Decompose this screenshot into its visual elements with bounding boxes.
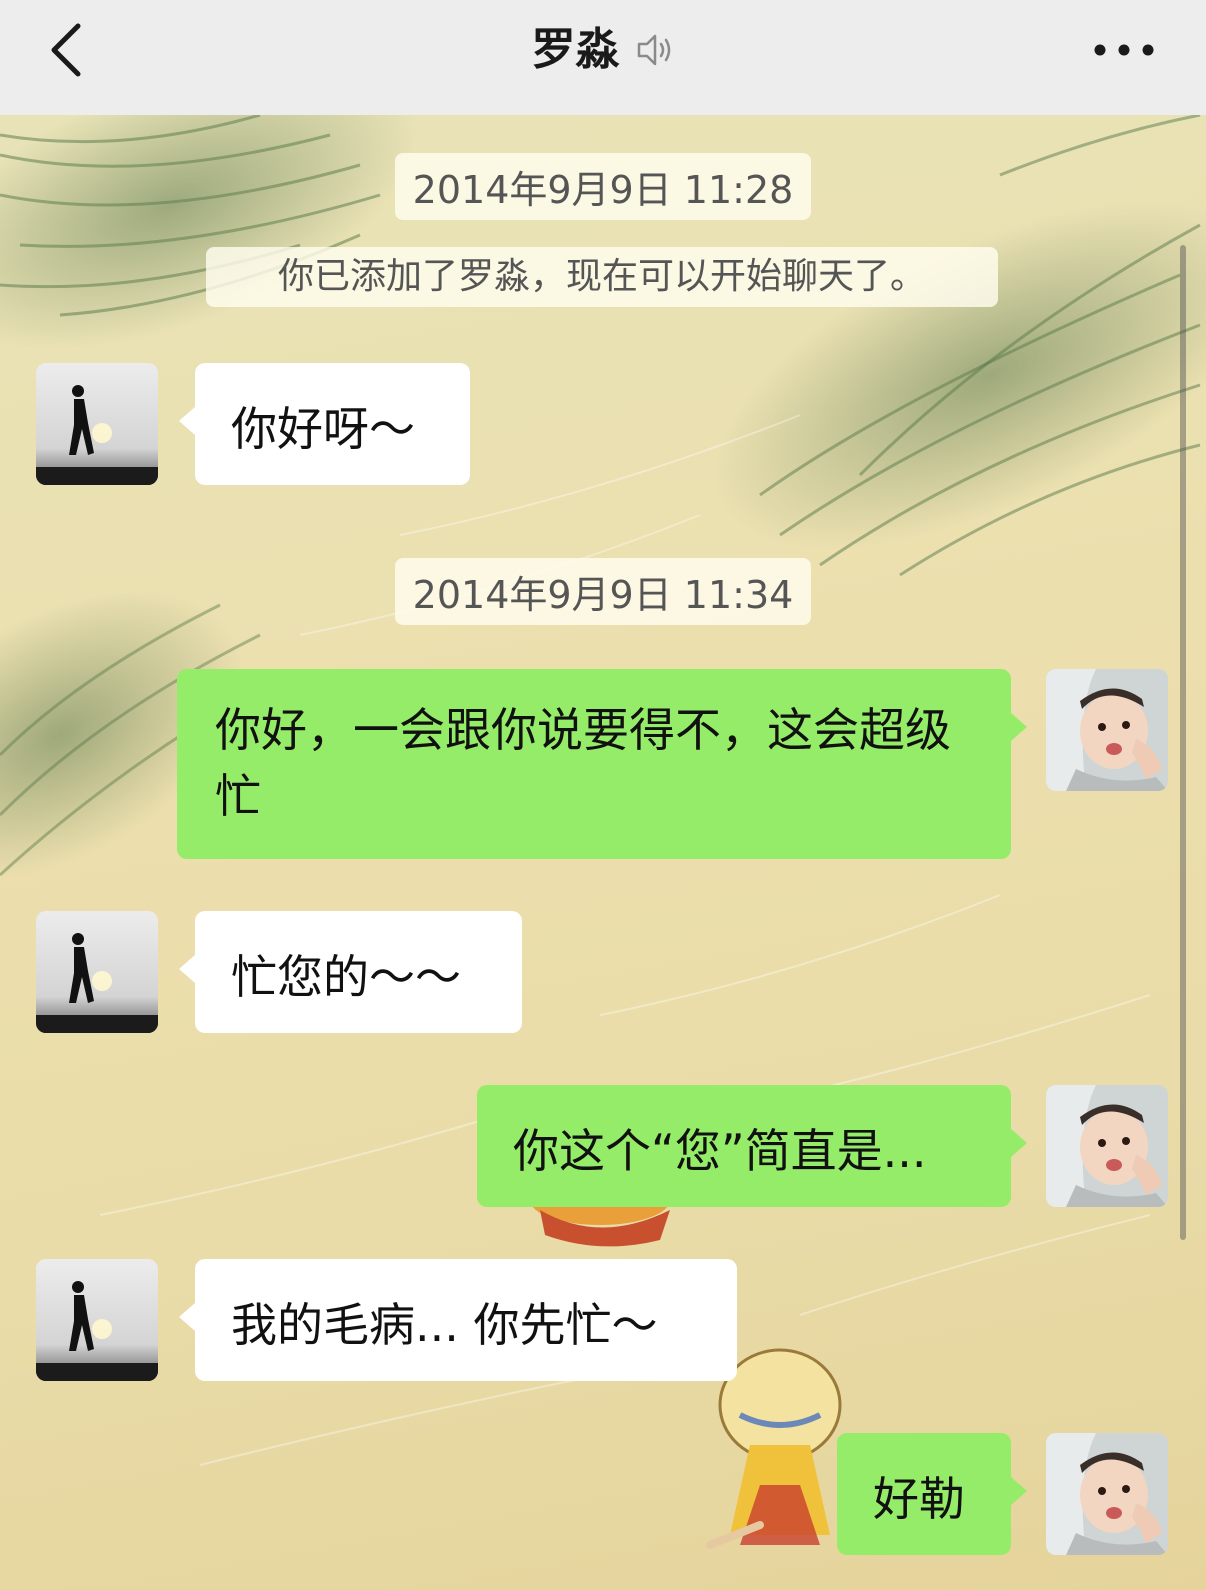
- message-text: 好勒: [873, 1472, 965, 1526]
- timestamp: 2014年9月9日 11:34: [0, 558, 1206, 625]
- scrollbar[interactable]: [1180, 245, 1186, 1240]
- chat-title[interactable]: 罗淼: [531, 22, 619, 78]
- muted-speaker-icon: [637, 34, 670, 66]
- message-bubble-received[interactable]: 忙您的～～: [179, 911, 522, 1033]
- system-note: 你已添加了罗淼，现在可以开始聊天了。: [206, 247, 998, 307]
- message-text: 你这个“您”简直是...: [513, 1124, 927, 1178]
- my-avatar[interactable]: [1046, 1085, 1168, 1207]
- timestamp: 2014年9月9日 11:28: [0, 153, 1206, 220]
- message-bubble-sent[interactable]: 你好，一会跟你说要得不，这会超级忙: [177, 669, 1027, 859]
- message-bubble-received[interactable]: 我的毛病... 你先忙～: [179, 1259, 737, 1381]
- walking-silhouette-icon: [36, 933, 158, 1033]
- more-button[interactable]: [1092, 36, 1156, 64]
- message-text: 忙您的～～: [231, 950, 461, 1004]
- message-text: 你好，一会跟你说要得不，这会超级忙: [215, 703, 951, 823]
- title-bar: 罗淼: [0, 22, 1206, 82]
- chat-header: 罗淼: [0, 0, 1206, 115]
- message-text: 我的毛病... 你先忙～: [231, 1298, 658, 1352]
- baby-photo-icon: [1046, 669, 1168, 791]
- timestamp-label: 2014年9月9日 11:28: [394, 153, 812, 220]
- baby-photo-icon: [1046, 1085, 1168, 1207]
- walking-silhouette-icon: [36, 385, 158, 485]
- contact-avatar[interactable]: [36, 1259, 158, 1381]
- baby-photo-icon: [1046, 1433, 1168, 1555]
- walking-silhouette-icon: [36, 1281, 158, 1381]
- contact-avatar[interactable]: [36, 363, 158, 485]
- more-dots-icon: [1094, 44, 1154, 56]
- message-bubble-sent[interactable]: 好勒: [837, 1433, 1027, 1555]
- message-bubble-received[interactable]: 你好呀～: [179, 363, 470, 485]
- message-text: 你好呀～: [231, 402, 415, 456]
- timestamp-label: 2014年9月9日 11:34: [394, 558, 812, 625]
- chat-screen: 罗淼 2014年9月9日 11:28 你已添加了罗淼，现在可以开始聊天了。 你好…: [0, 0, 1206, 1590]
- contact-avatar[interactable]: [36, 911, 158, 1033]
- message-bubble-sent[interactable]: 你这个“您”简直是...: [477, 1085, 1027, 1207]
- my-avatar[interactable]: [1046, 669, 1168, 791]
- my-avatar[interactable]: [1046, 1433, 1168, 1555]
